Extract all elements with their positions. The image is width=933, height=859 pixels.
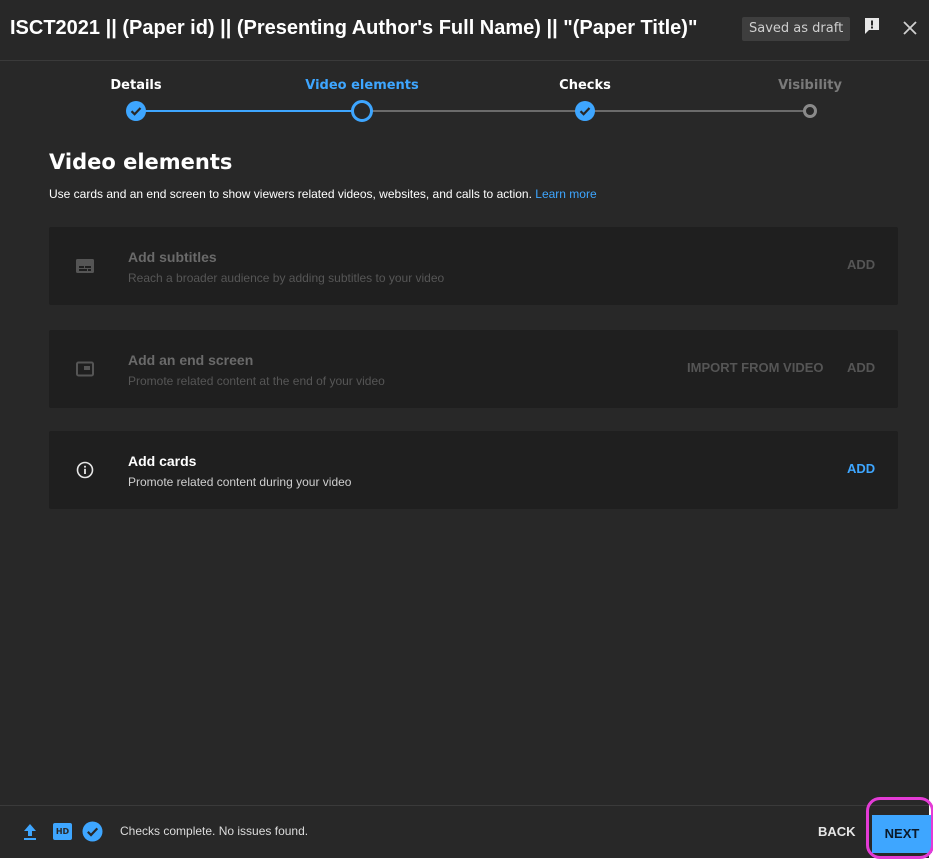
step-visibility-label[interactable]: Visibility	[778, 78, 842, 93]
close-icon[interactable]	[899, 17, 921, 39]
dialog-footer: HD Checks complete. No issues found. BAC…	[0, 805, 932, 859]
card-subtitle: Reach a broader audience by adding subti…	[128, 271, 445, 285]
step-checks-check-icon[interactable]	[575, 101, 595, 121]
card-title: Add cards	[128, 453, 197, 469]
end-screen-icon	[76, 361, 94, 377]
card-title: Add an end screen	[128, 352, 254, 368]
dialog-title: ISCT2021 || (Paper id) || (Presenting Au…	[10, 17, 698, 39]
upload-stepper: Details Video elements Checks Visibility	[0, 60, 929, 140]
next-button[interactable]: NEXT	[872, 815, 932, 853]
add-subtitles-card: Add subtitles Reach a broader audience b…	[49, 227, 898, 305]
add-end-screen-button[interactable]: ADD	[847, 360, 875, 375]
step-details-label[interactable]: Details	[110, 78, 161, 93]
status-text: Checks complete. No issues found.	[120, 824, 309, 838]
card-subtitle: Promote related content during your vide…	[128, 475, 352, 489]
page-title: Video elements	[49, 150, 233, 174]
stepper-line-done	[136, 110, 362, 112]
page-description: Use cards and an end screen to show view…	[49, 187, 597, 201]
add-subtitles-button[interactable]: ADD	[847, 257, 875, 272]
checks-complete-icon[interactable]	[82, 821, 103, 842]
import-from-video-button[interactable]: IMPORT FROM VIDEO	[687, 360, 824, 375]
back-button[interactable]: BACK	[818, 824, 856, 839]
upload-dialog: ISCT2021 || (Paper id) || (Presenting Au…	[0, 0, 932, 859]
add-end-screen-card: Add an end screen Promote related conten…	[49, 330, 898, 408]
info-icon	[76, 461, 94, 479]
step-details-check-icon[interactable]	[126, 101, 146, 121]
description-text: Use cards and an end screen to show view…	[49, 187, 532, 201]
step-video-elements-current-icon[interactable]	[351, 100, 373, 122]
step-visibility-upcoming-icon[interactable]	[803, 104, 817, 118]
step-video-elements-label[interactable]: Video elements	[305, 78, 419, 93]
subtitles-icon	[76, 259, 94, 273]
learn-more-link[interactable]: Learn more	[535, 187, 596, 201]
add-cards-card: Add cards Promote related content during…	[49, 431, 898, 509]
card-subtitle: Promote related content at the end of yo…	[128, 374, 385, 388]
saved-as-draft-badge: Saved as draft	[742, 17, 851, 41]
card-title: Add subtitles	[128, 249, 217, 265]
step-checks-label[interactable]: Checks	[559, 78, 611, 93]
hd-icon[interactable]: HD	[53, 823, 72, 840]
add-cards-button[interactable]: ADD	[847, 461, 875, 476]
dialog-header: ISCT2021 || (Paper id) || (Presenting Au…	[0, 0, 929, 61]
feedback-icon[interactable]	[863, 17, 881, 35]
upload-icon[interactable]	[22, 823, 38, 841]
